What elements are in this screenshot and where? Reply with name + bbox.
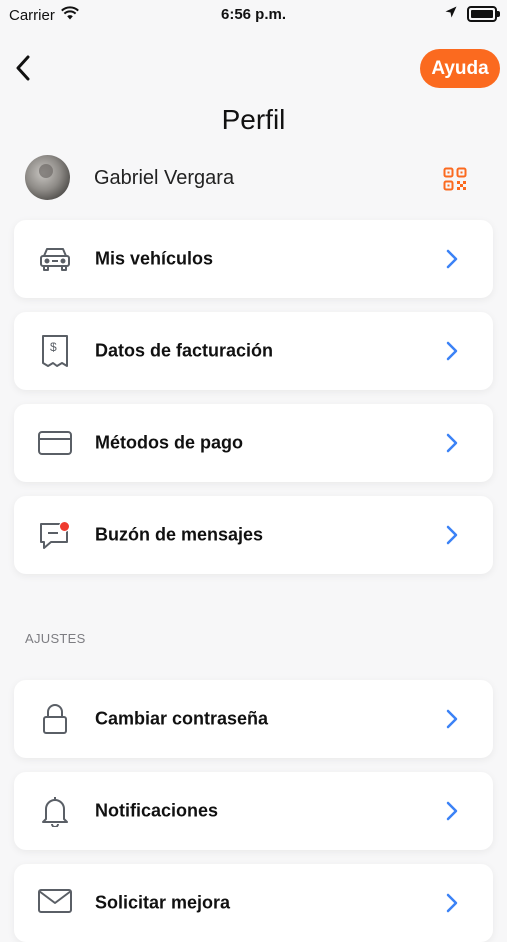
- car-icon: [38, 242, 72, 276]
- chevron-left-icon: [16, 55, 30, 81]
- location-arrow-icon: [445, 5, 457, 23]
- chevron-right-icon: [444, 433, 460, 453]
- avatar[interactable]: [25, 155, 70, 200]
- menu-item-inbox[interactable]: Buzón de mensajes: [14, 496, 493, 574]
- message-icon: [38, 518, 72, 552]
- chevron-right-icon: [444, 893, 460, 913]
- svg-text:$: $: [50, 340, 57, 354]
- credit-card-icon: [38, 426, 72, 460]
- settings-item-request-improvement[interactable]: Solicitar mejora: [14, 864, 493, 942]
- unread-badge: [59, 521, 70, 532]
- chevron-right-icon: [444, 249, 460, 269]
- chevron-right-icon: [444, 341, 460, 361]
- menu-item-label: Buzón de mensajes: [95, 524, 264, 545]
- mail-icon: [38, 884, 72, 918]
- menu-item-label: Datos de facturación: [95, 340, 274, 361]
- status-bar: Carrier 6:56 p.m.: [0, 0, 507, 30]
- qr-code-icon[interactable]: [443, 167, 467, 191]
- menu-item-label: Mis vehículos: [95, 248, 214, 269]
- status-right: [445, 5, 500, 23]
- settings-item-notifications[interactable]: Notificaciones: [14, 772, 493, 850]
- page-title: Perfil: [221, 104, 286, 135]
- settings-section-title: AJUSTES: [25, 631, 86, 646]
- menu-item-vehicles[interactable]: Mis vehículos: [14, 220, 493, 298]
- receipt-icon: $: [38, 334, 72, 368]
- help-button[interactable]: Ayuda: [420, 49, 500, 88]
- chevron-right-icon: [444, 801, 460, 821]
- battery-icon: [467, 6, 500, 22]
- settings-item-label: Notificaciones: [95, 800, 219, 821]
- profile-name: Gabriel Vergara: [94, 167, 235, 189]
- settings-item-change-password[interactable]: Cambiar contraseña: [14, 680, 493, 758]
- settings-item-label: Cambiar contraseña: [95, 708, 269, 729]
- chevron-right-icon: [444, 709, 460, 729]
- bell-icon: [38, 794, 72, 828]
- menu-item-payment-methods[interactable]: Métodos de pago: [14, 404, 493, 482]
- chevron-right-icon: [444, 525, 460, 545]
- lock-icon: [38, 702, 72, 736]
- profile-row: Gabriel Vergara: [25, 155, 475, 201]
- menu-item-label: Métodos de pago: [95, 432, 243, 453]
- back-button[interactable]: [8, 52, 38, 84]
- status-time: 6:56 p.m.: [220, 6, 287, 23]
- settings-item-label: Solicitar mejora: [95, 892, 231, 913]
- menu-item-billing[interactable]: $ Datos de facturación: [14, 312, 493, 390]
